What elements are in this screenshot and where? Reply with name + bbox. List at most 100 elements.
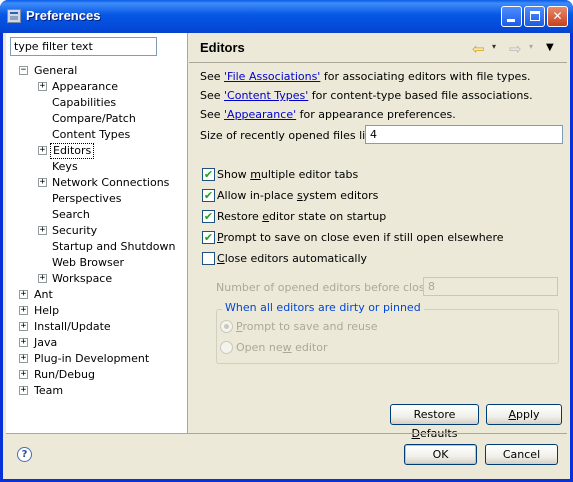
tree-item-label[interactable]: Network Connections	[50, 175, 171, 191]
expand-icon[interactable]: +	[38, 274, 47, 283]
window-title: Preferences	[26, 8, 101, 23]
checkbox-label[interactable]: Prompt to save on close even if still op…	[217, 230, 504, 245]
recent-files-size-input[interactable]	[365, 125, 563, 144]
editors-before-closing-input[interactable]	[423, 277, 558, 296]
expand-icon[interactable]: +	[19, 386, 28, 395]
checkbox-label[interactable]: Show multiple editor tabs	[217, 167, 358, 182]
appearance-link[interactable]: 'Appearance'	[224, 108, 296, 121]
info-text: See	[200, 89, 225, 102]
back-arrow-icon[interactable]: ⇦	[472, 40, 485, 58]
ok-button[interactable]: OK	[404, 444, 477, 465]
button-label: pply	[516, 408, 540, 421]
expand-icon[interactable]: +	[38, 178, 47, 187]
file-associations-info: See 'File Associations' for associating …	[200, 70, 531, 83]
mnemonic: e	[262, 210, 270, 223]
label-text: Open ne	[236, 341, 283, 354]
checkbox[interactable]: ✔	[202, 210, 215, 223]
appearance-info: See 'Appearance' for appearance preferen…	[200, 108, 456, 121]
tree-item-label[interactable]: Ant	[32, 287, 55, 303]
expand-icon[interactable]: +	[19, 338, 28, 347]
tree-item-label[interactable]: Keys	[50, 159, 80, 175]
tree-item-label[interactable]: Plug-in Development	[32, 351, 151, 367]
expand-icon[interactable]: +	[19, 290, 28, 299]
tree-item-label[interactable]: Content Types	[50, 127, 132, 143]
label-text: ditor state on startup	[269, 210, 387, 223]
title-bar[interactable]: Preferences ✕	[0, 0, 573, 33]
tree-item-label[interactable]: Workspace	[50, 271, 114, 287]
mnemonic: m	[250, 168, 261, 181]
mnemonic: C	[217, 252, 225, 265]
checkbox-label[interactable]: Close editors automatically	[217, 251, 367, 266]
label-text: ultiple editor tabs	[260, 168, 359, 181]
expand-icon[interactable]: +	[38, 82, 47, 91]
footer-separator	[6, 433, 567, 434]
label-text: Show	[217, 168, 251, 181]
label-text: editor	[291, 341, 328, 354]
radio-button[interactable]	[220, 341, 233, 354]
label-text: ystem editors	[302, 189, 379, 202]
expand-icon[interactable]: +	[19, 370, 28, 379]
radio-button[interactable]	[220, 320, 233, 333]
maximize-button[interactable]	[524, 6, 545, 27]
button-mnemonic: A	[508, 408, 516, 421]
radio-label[interactable]: Prompt to save and reuse	[236, 319, 377, 334]
button-label: Restore	[413, 408, 456, 421]
tree-item-label[interactable]: Security	[50, 223, 99, 239]
radio-label[interactable]: Open new editor	[236, 340, 328, 355]
tree-item-label[interactable]: Team	[32, 383, 65, 399]
restore-defaults-button[interactable]: Restore Defaults	[390, 404, 479, 440]
expand-icon[interactable]: +	[19, 354, 28, 363]
forward-arrow-icon: ⇨	[509, 40, 522, 58]
tree-item-label[interactable]: Run/Debug	[32, 367, 97, 383]
checkbox[interactable]	[202, 252, 215, 265]
checkbox-label[interactable]: Allow in-place system editors	[217, 188, 378, 203]
label-text: rompt to save and reuse	[242, 320, 378, 333]
tree-item-label[interactable]: Compare/Patch	[50, 111, 138, 127]
checkbox-label[interactable]: Restore editor state on startup	[217, 209, 386, 224]
label-text: Restore	[217, 210, 263, 223]
close-icon: ✕	[552, 9, 563, 23]
tree-item-label[interactable]: Search	[50, 207, 92, 223]
expand-icon[interactable]: +	[38, 146, 47, 155]
tree-item-label[interactable]: Startup and Shutdown	[50, 239, 177, 255]
tree-item-label[interactable]: Capabilities	[50, 95, 118, 111]
preferences-tree-panel: −General+AppearanceCapabilitiesCompare/P…	[6, 33, 188, 433]
content-types-link[interactable]: 'Content Types'	[224, 89, 308, 102]
file-associations-link[interactable]: 'File Associations'	[224, 70, 320, 83]
label-text: Allow in-place	[217, 189, 297, 202]
dirty-editors-group-legend: When all editors are dirty or pinned	[222, 301, 424, 314]
tree-item-label[interactable]: Install/Update	[32, 319, 113, 335]
tree-item-label[interactable]: Web Browser	[50, 255, 126, 271]
expand-icon[interactable]: +	[19, 306, 28, 315]
checkbox[interactable]: ✔	[202, 231, 215, 244]
tree-item-label[interactable]: Help	[32, 303, 61, 319]
tree-item-label[interactable]: General	[32, 63, 79, 79]
back-history-dropdown-icon[interactable]: ▾	[492, 42, 496, 51]
checkbox[interactable]: ✔	[202, 189, 215, 202]
tree-item-label[interactable]: Appearance	[50, 79, 120, 95]
close-button[interactable]: ✕	[547, 6, 568, 27]
minimize-icon	[507, 19, 515, 22]
tree-item-label[interactable]: Java	[32, 335, 59, 351]
page-title: Editors	[200, 40, 245, 55]
label-text: lose editors automatically	[224, 252, 368, 265]
help-icon[interactable]: ?	[17, 447, 32, 462]
filter-input[interactable]	[10, 37, 157, 56]
apply-button[interactable]: Apply	[486, 404, 562, 425]
tree-item-label[interactable]: Editors	[50, 143, 95, 159]
info-text: for appearance preferences.	[296, 108, 456, 121]
editors-before-closing-label: Number of opened editors before closing:	[216, 281, 446, 294]
minimize-button[interactable]	[501, 6, 522, 27]
expand-icon[interactable]: +	[38, 226, 47, 235]
cancel-button[interactable]: Cancel	[485, 444, 558, 465]
label-text: rompt to save on close even if still ope…	[223, 231, 504, 244]
dirty-editors-group	[216, 309, 559, 364]
info-text: See	[200, 108, 225, 121]
expand-icon[interactable]: +	[19, 322, 28, 331]
content-types-info: See 'Content Types' for content-type bas…	[200, 89, 533, 102]
checkbox[interactable]: ✔	[202, 168, 215, 181]
view-menu-icon[interactable]: ▼	[546, 42, 554, 53]
collapse-icon[interactable]: −	[19, 66, 28, 75]
tree-item-label[interactable]: Perspectives	[50, 191, 123, 207]
editors-page: Editors ⇦ ▾ ⇨ ▾ ▼ See 'File Associations…	[189, 33, 567, 440]
